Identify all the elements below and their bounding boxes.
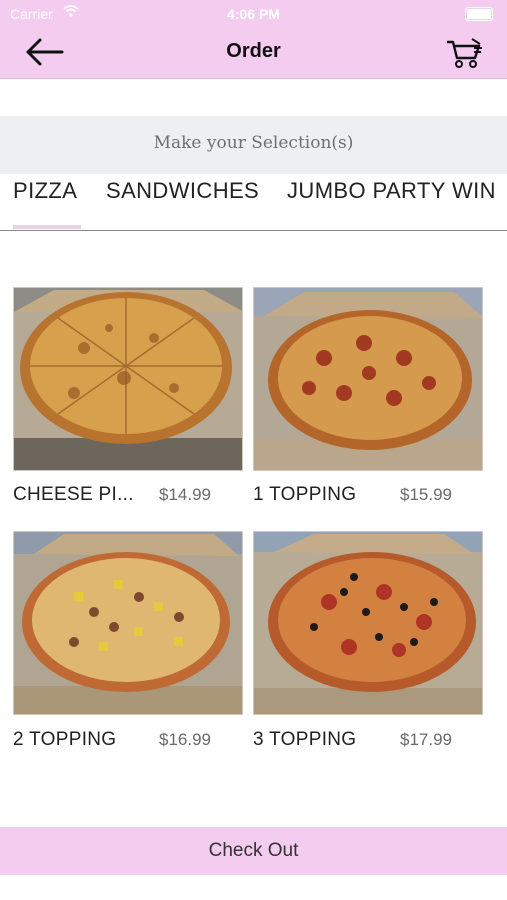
product-price: $17.99 [400,730,452,749]
product-image-1-topping[interactable] [253,287,483,471]
top-bar: Carrier 4:06 PM Order [0,0,507,79]
product-price: $14.99 [159,485,211,504]
product-name[interactable]: 3 TOPPING [253,729,356,751]
tab-jumbo-party-wings[interactable]: JUMBO PARTY WIN [287,178,496,204]
clock-time: 4:06 PM [227,6,280,22]
category-tabs: PIZZA SANDWICHES JUMBO PARTY WIN [0,174,507,231]
product-price: $15.99 [400,485,452,504]
product-image-2-topping[interactable] [13,531,243,715]
shopping-cart-icon[interactable] [445,36,485,70]
battery-icon [465,7,493,21]
tab-sandwiches[interactable]: SANDWICHES [106,178,259,204]
product-name[interactable]: 1 TOPPING [253,484,356,506]
check-out-button[interactable]: Check Out [0,827,507,875]
product-image-3-topping[interactable] [253,531,483,715]
tab-pizza[interactable]: PIZZA [13,178,77,204]
product-name[interactable]: CHEESE PI... [13,484,134,506]
page-title: Order [226,40,281,62]
product-price: $16.99 [159,730,211,749]
product-name[interactable]: 2 TOPPING [13,729,116,751]
product-image-cheese-pizza[interactable] [13,287,243,471]
selection-prompt: Make your Selection(s) [153,133,354,153]
selection-prompt-bar: Make your Selection(s) [0,116,507,174]
status-bar: Carrier 4:06 PM [0,0,507,26]
tab-selected-indicator [13,225,81,229]
